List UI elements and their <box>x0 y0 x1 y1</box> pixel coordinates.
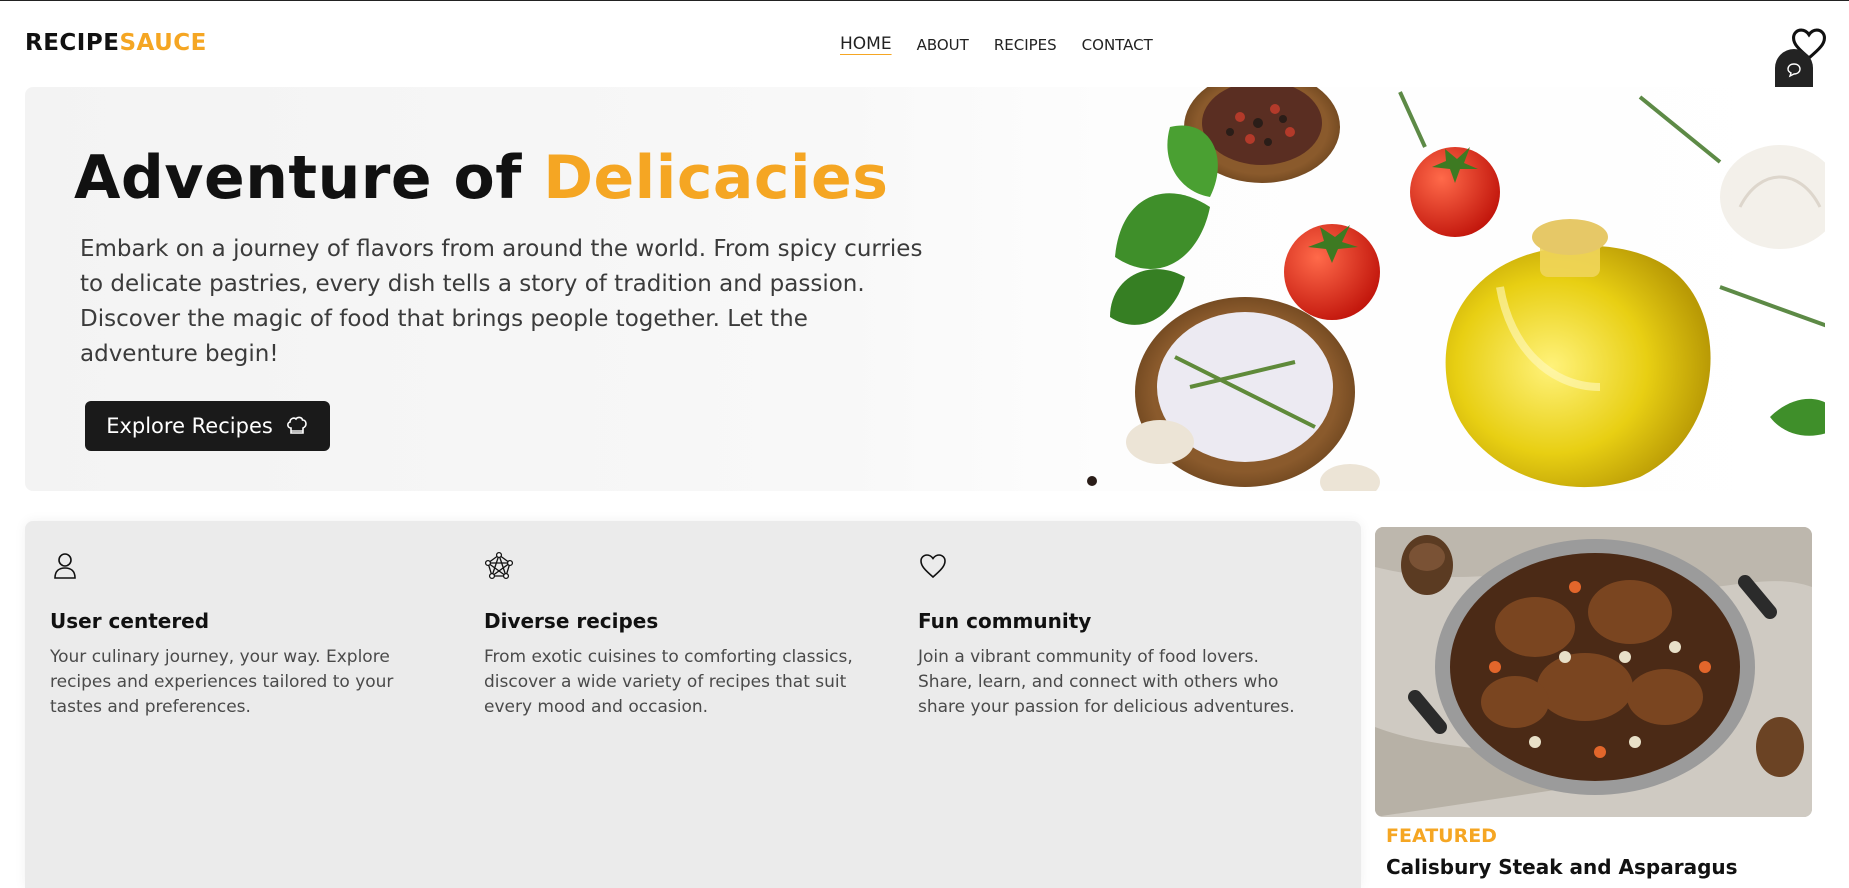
logo-part-sauce: SAUCE <box>119 30 207 56</box>
feature-fun-community: Fun community Join a vibrant community o… <box>918 551 1318 720</box>
chef-hat-icon <box>286 416 307 434</box>
nav-item-about[interactable]: ABOUT <box>917 36 969 54</box>
feature-text: Your culinary journey, your way. Explore… <box>50 647 394 717</box>
main-nav: HOME ABOUT RECIPES CONTACT <box>840 34 1153 54</box>
featured-recipe-card[interactable]: FEATURED Calisbury Steak and Asparagus <box>1375 527 1812 888</box>
explore-recipes-button[interactable]: Explore Recipes <box>85 401 330 451</box>
hero-title-start: Adventure of <box>74 143 544 213</box>
features-panel: User centered Your culinary journey, you… <box>25 521 1361 888</box>
network-icon <box>484 551 514 580</box>
featured-tag: FEATURED <box>1386 825 1497 847</box>
hero-title-highlight: Delicacies <box>543 143 889 213</box>
chat-icon[interactable] <box>1786 62 1802 78</box>
logo-part-recipe: RECIPE <box>25 30 120 56</box>
hero-food-image <box>1087 87 1825 491</box>
nav-item-contact[interactable]: CONTACT <box>1082 36 1153 54</box>
hero-title: Adventure of Delicacies <box>74 143 888 213</box>
feature-text: From exotic cuisines to comforting class… <box>484 647 853 717</box>
feature-title: Fun community <box>918 609 1092 633</box>
feature-title: User centered <box>50 609 210 633</box>
nav-item-recipes[interactable]: RECIPES <box>994 36 1057 54</box>
nav-item-home[interactable]: HOME <box>840 34 892 54</box>
explore-recipes-label: Explore Recipes <box>106 414 273 438</box>
user-icon <box>54 553 76 579</box>
hero-description: Embark on a journey of flavors from arou… <box>80 236 923 367</box>
feature-text: Join a vibrant community of food lovers.… <box>918 647 1295 717</box>
heart-icon <box>920 554 946 579</box>
hero-banner: Adventure of Delicacies Embark on a jour… <box>25 87 1825 491</box>
site-logo[interactable]: RECIPESAUCE <box>25 30 207 56</box>
feature-user-centered: User centered Your culinary journey, you… <box>50 551 450 720</box>
featured-recipe-title[interactable]: Calisbury Steak and Asparagus <box>1386 855 1738 879</box>
featured-recipe-image <box>1375 527 1812 817</box>
feature-diverse-recipes: Diverse recipes From exotic cuisines to … <box>484 551 884 720</box>
feature-title: Diverse recipes <box>484 609 659 633</box>
